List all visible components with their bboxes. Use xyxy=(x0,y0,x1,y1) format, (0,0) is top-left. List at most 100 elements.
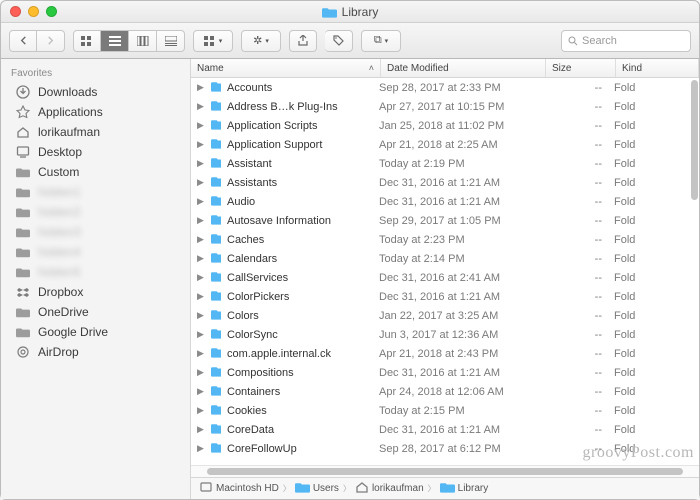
back-button[interactable] xyxy=(9,30,37,52)
file-size: -- xyxy=(538,348,608,360)
sidebar-item-hidden1[interactable]: hidden1 xyxy=(1,182,190,202)
action-button[interactable]: ✲ ▾ xyxy=(241,30,281,52)
table-row[interactable]: ▶AssistantToday at 2:19 PM--Fold xyxy=(191,154,699,173)
dropbox-button[interactable]: ⧉ ▾ xyxy=(361,30,401,52)
disclosure-triangle-icon[interactable]: ▶ xyxy=(191,291,205,302)
file-size: -- xyxy=(538,101,608,113)
disclosure-triangle-icon[interactable]: ▶ xyxy=(191,196,205,207)
vertical-scrollbar[interactable] xyxy=(691,80,698,200)
file-size: -- xyxy=(538,367,608,379)
search-field[interactable]: Search xyxy=(561,30,691,52)
table-row[interactable]: ▶CookiesToday at 2:15 PM--Fold xyxy=(191,401,699,420)
table-row[interactable]: ▶CompositionsDec 31, 2016 at 1:21 AM--Fo… xyxy=(191,363,699,382)
table-row[interactable]: ▶Autosave InformationSep 29, 2017 at 1:0… xyxy=(191,211,699,230)
finder-window: Library ▾ ✲ ▾ xyxy=(0,0,700,500)
icon-view-button[interactable] xyxy=(73,30,101,52)
table-row[interactable]: ▶AudioDec 31, 2016 at 1:21 AM--Fold xyxy=(191,192,699,211)
horizontal-scrollbar[interactable] xyxy=(207,468,683,475)
column-date-label: Date Modified xyxy=(387,63,449,74)
file-kind: Fold xyxy=(608,291,699,303)
table-row[interactable]: ▶Application SupportApr 21, 2018 at 2:25… xyxy=(191,135,699,154)
file-date: Today at 2:19 PM xyxy=(373,158,538,170)
table-row[interactable]: ▶CallServicesDec 31, 2016 at 2:41 AM--Fo… xyxy=(191,268,699,287)
disclosure-triangle-icon[interactable]: ▶ xyxy=(191,177,205,188)
sidebar-item-applications[interactable]: Applications xyxy=(1,102,190,122)
column-date[interactable]: Date Modified xyxy=(381,59,546,77)
disclosure-triangle-icon[interactable]: ▶ xyxy=(191,348,205,359)
table-row[interactable]: ▶ColorsJan 22, 2017 at 3:25 AM--Fold xyxy=(191,306,699,325)
disclosure-triangle-icon[interactable]: ▶ xyxy=(191,139,205,150)
disclosure-triangle-icon[interactable]: ▶ xyxy=(191,310,205,321)
table-row[interactable]: ▶AssistantsDec 31, 2016 at 1:21 AM--Fold xyxy=(191,173,699,192)
folder-icon xyxy=(440,481,455,496)
sidebar-item-hidden3[interactable]: hidden3 xyxy=(1,222,190,242)
coverflow-view-button[interactable] xyxy=(157,30,185,52)
disclosure-triangle-icon[interactable]: ▶ xyxy=(191,82,205,93)
sidebar-item-hidden2[interactable]: hidden2 xyxy=(1,202,190,222)
table-row[interactable]: ▶ColorPickersDec 31, 2016 at 1:21 AM--Fo… xyxy=(191,287,699,306)
sidebar-item-custom[interactable]: Custom xyxy=(1,162,190,182)
table-row[interactable]: ▶Application ScriptsJan 25, 2018 at 11:0… xyxy=(191,116,699,135)
file-kind: Fold xyxy=(608,196,699,208)
column-name[interactable]: Name ˄ xyxy=(191,59,381,77)
table-row[interactable]: ▶CachesToday at 2:23 PM--Fold xyxy=(191,230,699,249)
table-row[interactable]: ▶AccountsSep 28, 2017 at 2:33 PM--Fold xyxy=(191,78,699,97)
table-row[interactable]: ▶ColorSyncJun 3, 2017 at 12:36 AM--Fold xyxy=(191,325,699,344)
sidebar-item-label: OneDrive xyxy=(38,305,89,319)
folder-icon xyxy=(205,270,221,285)
tag-icon xyxy=(333,35,344,46)
sidebar-item-downloads[interactable]: Downloads xyxy=(1,82,190,102)
sidebar-item-dropbox[interactable]: Dropbox xyxy=(1,282,190,302)
disclosure-triangle-icon[interactable]: ▶ xyxy=(191,272,205,283)
path-segment[interactable]: Library xyxy=(440,481,489,496)
path-segment[interactable]: lorikaufman xyxy=(355,480,424,497)
sidebar-item-hidden4[interactable]: hidden4 xyxy=(1,242,190,262)
disclosure-triangle-icon[interactable]: ▶ xyxy=(191,424,205,435)
table-row[interactable]: ▶Address B…k Plug-InsApr 27, 2017 at 10:… xyxy=(191,97,699,116)
disclosure-triangle-icon[interactable]: ▶ xyxy=(191,329,205,340)
disclosure-triangle-icon[interactable]: ▶ xyxy=(191,120,205,131)
folder-icon xyxy=(205,384,221,399)
folder-icon xyxy=(205,99,221,114)
file-list[interactable]: ▶AccountsSep 28, 2017 at 2:33 PM--Fold▶A… xyxy=(191,78,699,465)
disclosure-triangle-icon[interactable]: ▶ xyxy=(191,443,205,454)
share-button[interactable] xyxy=(289,30,317,52)
disclosure-triangle-icon[interactable]: ▶ xyxy=(191,234,205,245)
disclosure-triangle-icon[interactable]: ▶ xyxy=(191,215,205,226)
arrange-button[interactable]: ▾ xyxy=(193,30,233,52)
list-view-button[interactable] xyxy=(101,30,129,52)
action-group: ✲ ▾ xyxy=(241,30,281,52)
file-size: -- xyxy=(538,215,608,227)
arrange-group: ▾ xyxy=(193,30,233,52)
home-icon xyxy=(355,480,369,497)
disclosure-triangle-icon[interactable]: ▶ xyxy=(191,386,205,397)
home-icon xyxy=(15,125,31,139)
sidebar-item-lorikaufman[interactable]: lorikaufman xyxy=(1,122,190,142)
sidebar-item-hidden5[interactable]: hidden5 xyxy=(1,262,190,282)
forward-button[interactable] xyxy=(37,30,65,52)
disclosure-triangle-icon[interactable]: ▶ xyxy=(191,253,205,264)
folder-icon xyxy=(205,156,221,171)
disclosure-triangle-icon[interactable]: ▶ xyxy=(191,367,205,378)
table-row[interactable]: ▶com.apple.internal.ckApr 21, 2018 at 2:… xyxy=(191,344,699,363)
disclosure-triangle-icon[interactable]: ▶ xyxy=(191,158,205,169)
sidebar-item-google-drive[interactable]: Google Drive xyxy=(1,322,190,342)
table-row[interactable]: ▶ContainersApr 24, 2018 at 12:06 AM--Fol… xyxy=(191,382,699,401)
table-row[interactable]: ▶CoreDataDec 31, 2016 at 1:21 AM--Fold xyxy=(191,420,699,439)
file-date: Apr 21, 2018 at 2:25 AM xyxy=(373,139,538,151)
table-row[interactable]: ▶CoreFollowUpSep 28, 2017 at 6:12 PM--Fo… xyxy=(191,439,699,458)
column-view-button[interactable] xyxy=(129,30,157,52)
sidebar-item-onedrive[interactable]: OneDrive xyxy=(1,302,190,322)
path-segment[interactable]: Users xyxy=(295,481,339,496)
disclosure-triangle-icon[interactable]: ▶ xyxy=(191,101,205,112)
column-size[interactable]: Size xyxy=(546,59,616,77)
file-kind: Fold xyxy=(608,101,699,113)
tags-button[interactable] xyxy=(325,30,353,52)
sidebar-item-airdrop[interactable]: AirDrop xyxy=(1,342,190,362)
path-segment[interactable]: Macintosh HD xyxy=(199,480,279,497)
column-kind[interactable]: Kind xyxy=(616,59,699,77)
apps-icon xyxy=(15,105,31,119)
disclosure-triangle-icon[interactable]: ▶ xyxy=(191,405,205,416)
sidebar-item-desktop[interactable]: Desktop xyxy=(1,142,190,162)
table-row[interactable]: ▶CalendarsToday at 2:14 PM--Fold xyxy=(191,249,699,268)
